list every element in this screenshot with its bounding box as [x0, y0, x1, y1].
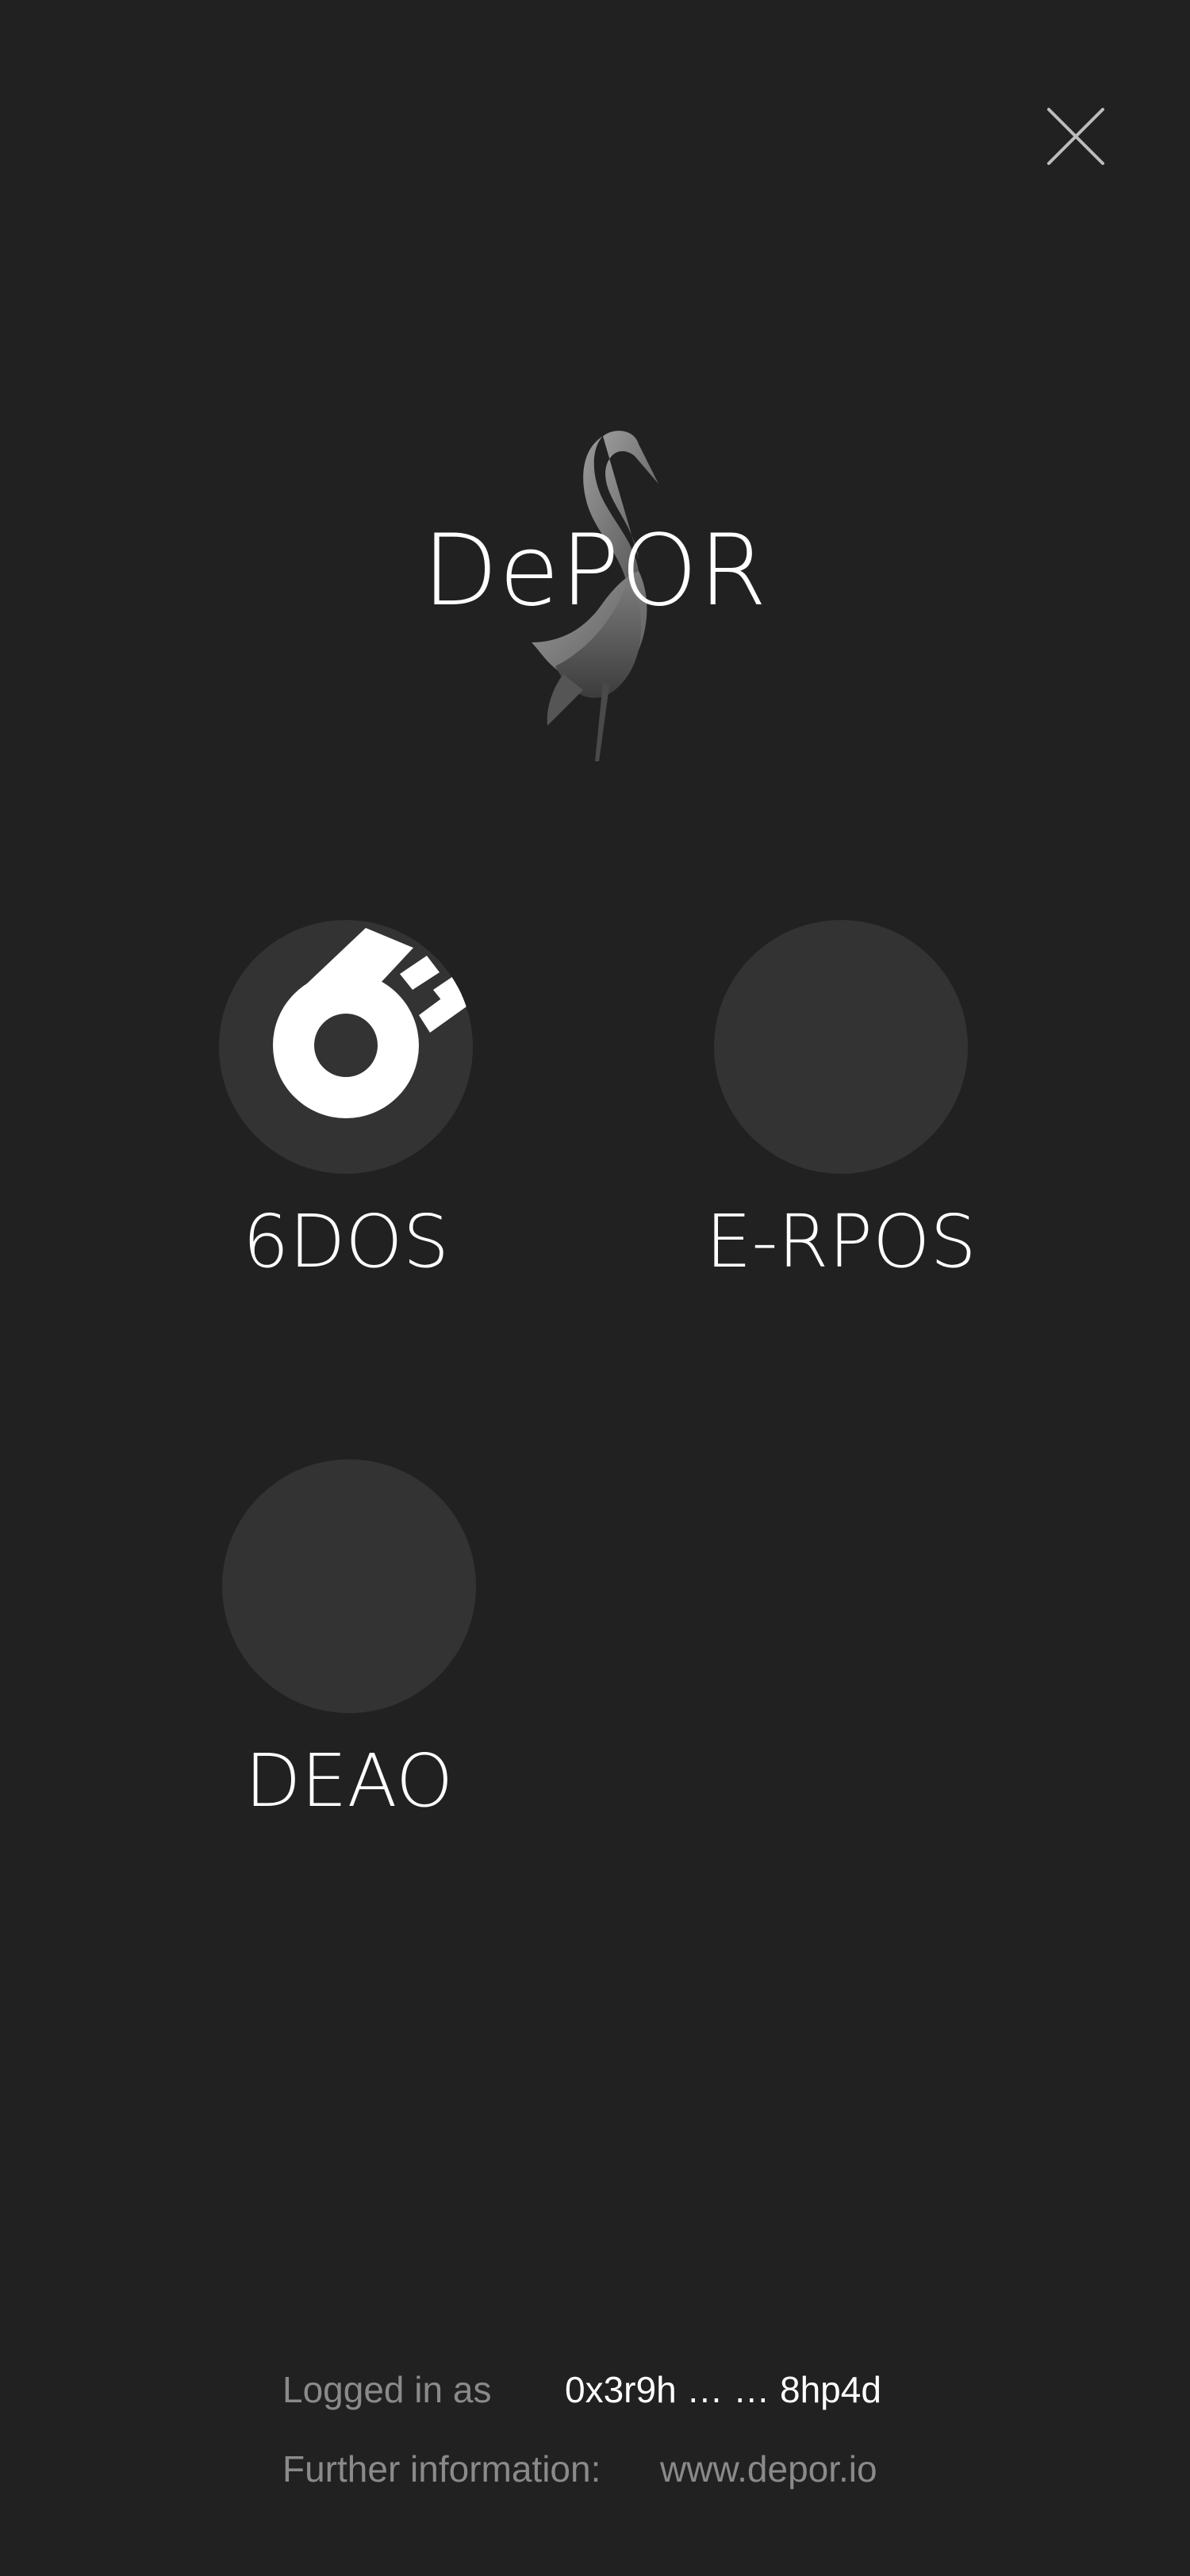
app-label: E-RPOS	[705, 1199, 977, 1284]
app-tile-deao[interactable]: DEAO	[206, 1459, 492, 1818]
login-label: Logged in as	[282, 2369, 492, 2410]
info-label: Further information:	[282, 2448, 601, 2490]
app-tile-6dos[interactable]: 6DOS	[203, 920, 489, 1278]
app-label: DEAO	[244, 1738, 454, 1823]
app-tile-e-rpos[interactable]: E-RPOS	[698, 920, 984, 1278]
close-icon	[1047, 108, 1104, 165]
app-label: 6DOS	[242, 1199, 450, 1284]
app-icon-circle	[222, 1459, 476, 1713]
website-link[interactable]: www.depor.io	[660, 2451, 877, 2487]
footer: Logged in as 0x3r9h … … 8hp4d Further in…	[282, 2371, 917, 2530]
info-row: Further information: www.depor.io	[282, 2451, 917, 2498]
close-button[interactable]	[1046, 106, 1106, 167]
wallet-address: 0x3r9h … … 8hp4d	[565, 2369, 881, 2410]
sixdos-logo-icon	[273, 928, 473, 1118]
app-icon-circle	[714, 920, 968, 1174]
app-icon-circle	[219, 920, 473, 1174]
brand-name: DePOR	[422, 514, 768, 628]
login-row: Logged in as 0x3r9h … … 8hp4d	[282, 2371, 917, 2419]
brand-logo: DePOR	[397, 397, 793, 761]
